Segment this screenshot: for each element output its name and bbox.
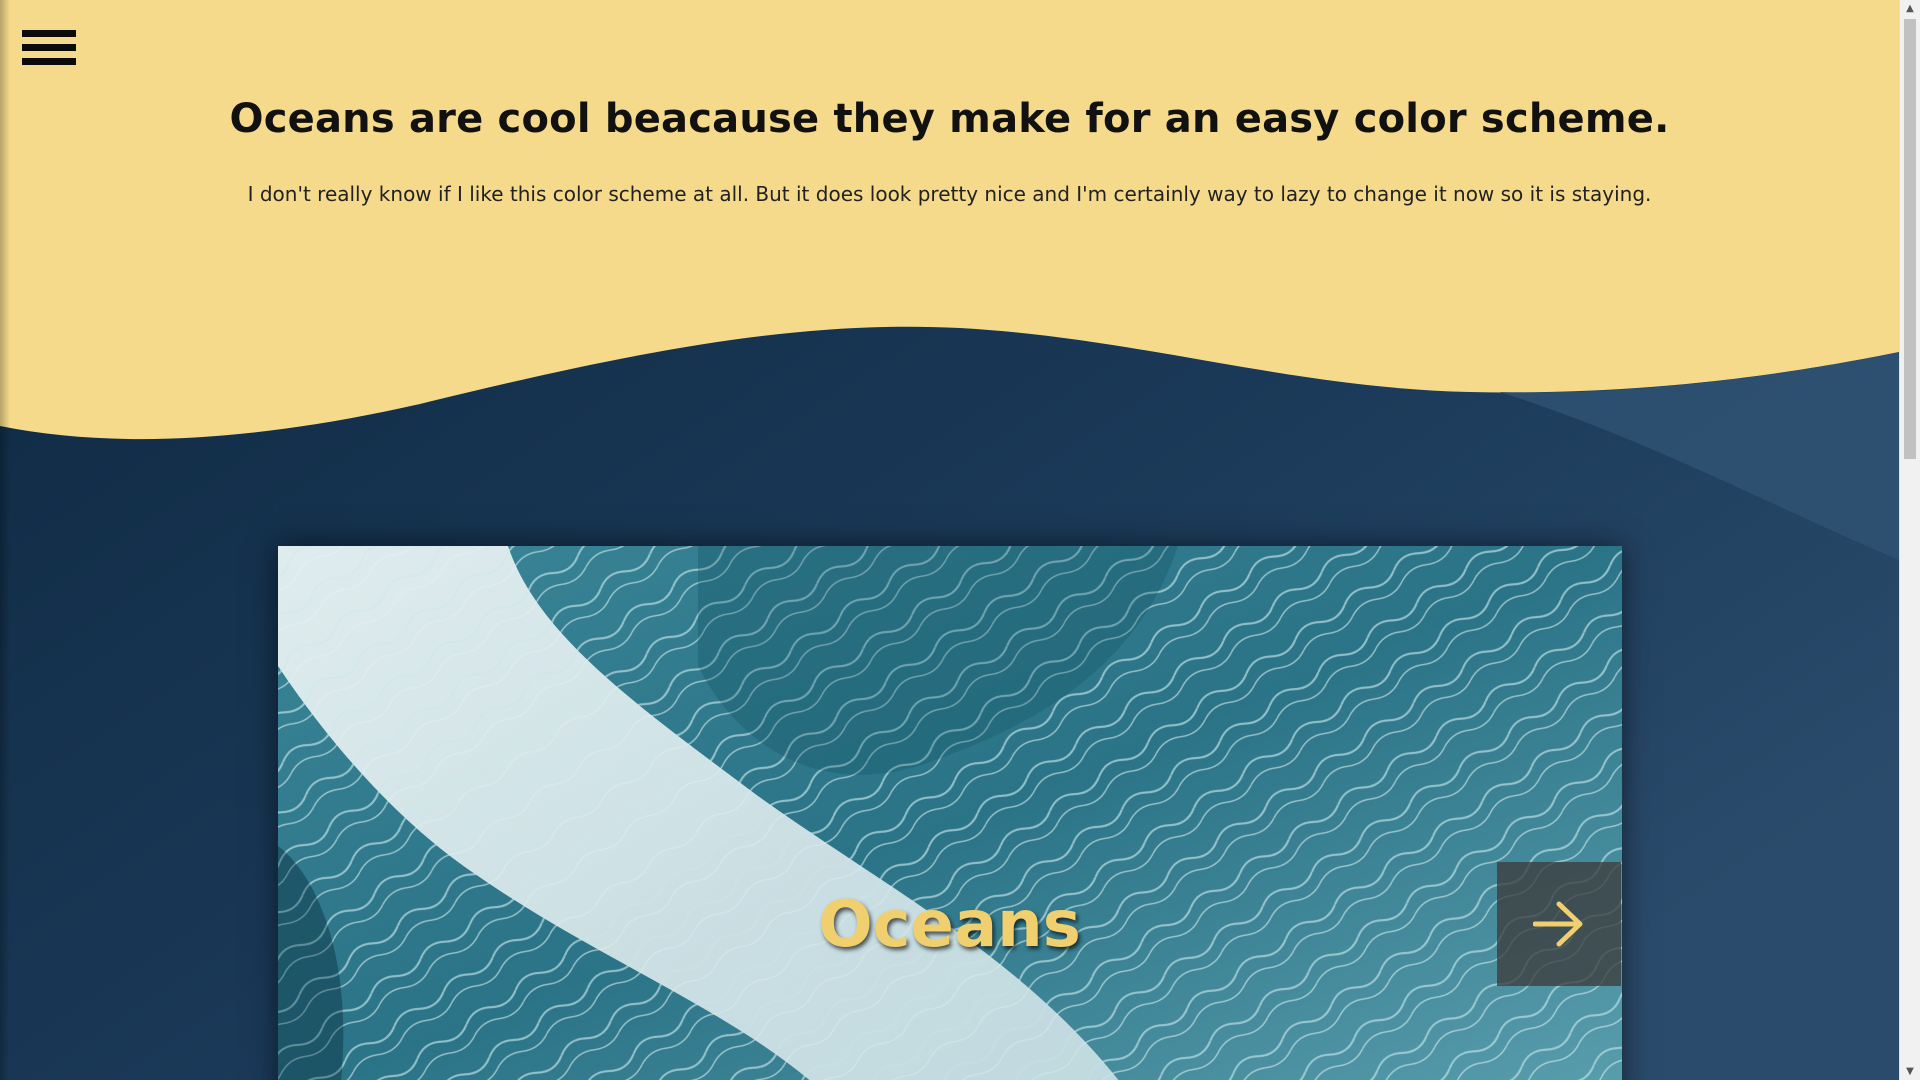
hero-subtitle: I don't really know if I like this color… [247,182,1652,206]
ocean-image [278,546,1622,1080]
arrow-right-icon [1533,901,1583,947]
hero-title: Oceans are cool beacause they make for a… [229,96,1670,142]
image-slider[interactable] [278,546,1622,1080]
scroll-down-icon[interactable]: ▼ [1900,1063,1920,1080]
hamburger-menu-icon[interactable] [22,30,76,70]
scrollbar-thumb[interactable] [1904,19,1916,459]
scroll-up-icon[interactable]: ▲ [1900,0,1920,17]
next-slide-button[interactable] [1497,862,1621,986]
page-scrollbar[interactable]: ▲ ▼ [1899,0,1920,1080]
page: Oceans are cool beacause they make for a… [0,0,1899,1080]
